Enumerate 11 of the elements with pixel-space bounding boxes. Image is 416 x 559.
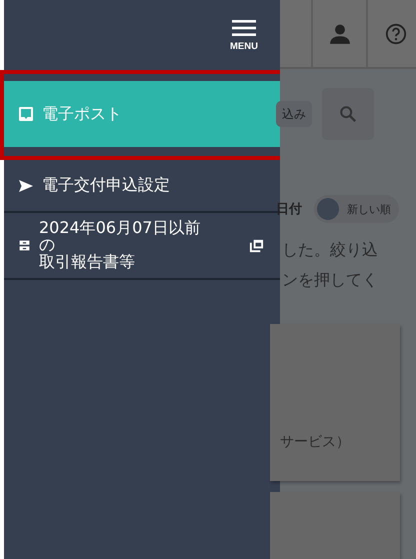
inbox-icon	[18, 106, 34, 122]
menu-icon	[232, 20, 256, 36]
archive-icon	[18, 239, 31, 252]
message-text: した。絞り込 ンを押してく	[282, 239, 379, 291]
search-button[interactable]	[322, 88, 374, 140]
send-icon	[18, 178, 34, 194]
person-icon	[328, 22, 350, 44]
search-icon	[339, 105, 357, 123]
card-text: サービス）	[280, 433, 350, 451]
help-icon	[384, 22, 406, 44]
menu-button[interactable]: MENU	[228, 20, 260, 52]
